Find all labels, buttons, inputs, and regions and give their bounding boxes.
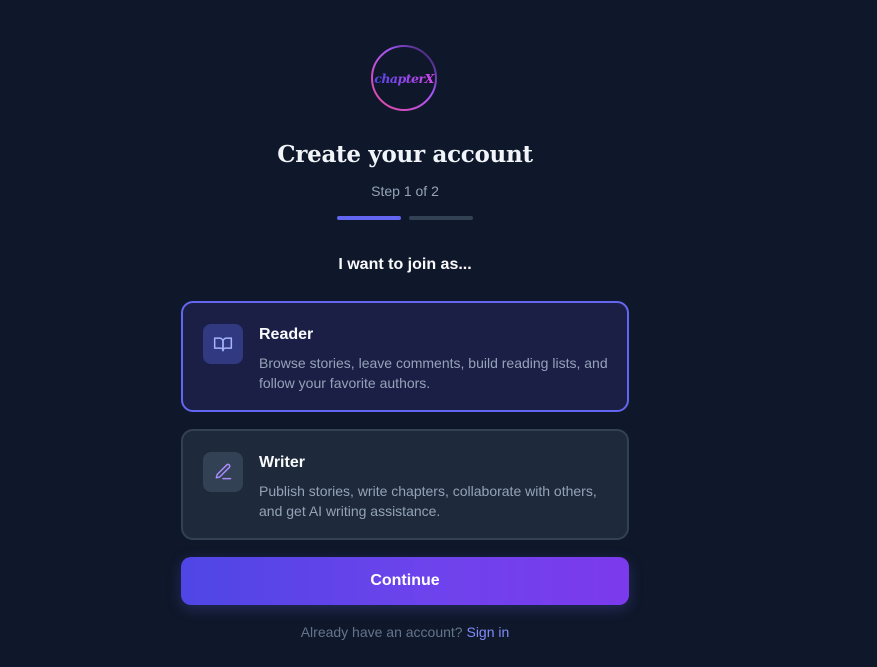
role-option-description: Publish stories, write chapters, collabo… <box>259 483 597 519</box>
pen-icon <box>203 452 243 492</box>
page-title: Create your account <box>277 141 533 168</box>
signin-prompt-text: Already have an account? <box>300 624 463 640</box>
progress-segment-complete <box>337 216 401 220</box>
role-option-title: Reader <box>259 326 314 343</box>
signin-prompt: Already have an account? Sign in <box>0 624 810 640</box>
role-option-writer[interactable]: Writer Publish stories, write chapters, … <box>181 429 629 540</box>
role-option-reader[interactable]: Reader Browse stories, leave comments, b… <box>181 301 629 412</box>
brand-logo: chapterX <box>370 44 438 112</box>
role-option-title: Writer <box>259 454 305 471</box>
progress-segment-pending <box>409 216 473 220</box>
step-indicator: Step 1 of 2 <box>371 183 439 199</box>
step-progress <box>337 216 474 220</box>
continue-button[interactable]: Continue <box>181 557 629 605</box>
role-prompt: I want to join as... <box>338 256 472 273</box>
signup-page: chapterX Create your account Step 1 of 2… <box>0 0 877 667</box>
sign-in-link[interactable]: Sign in <box>466 624 509 640</box>
brand-logo-text: chapterX <box>374 71 435 86</box>
book-open-icon <box>203 324 243 364</box>
role-option-description: Browse stories, leave comments, build re… <box>259 355 608 391</box>
